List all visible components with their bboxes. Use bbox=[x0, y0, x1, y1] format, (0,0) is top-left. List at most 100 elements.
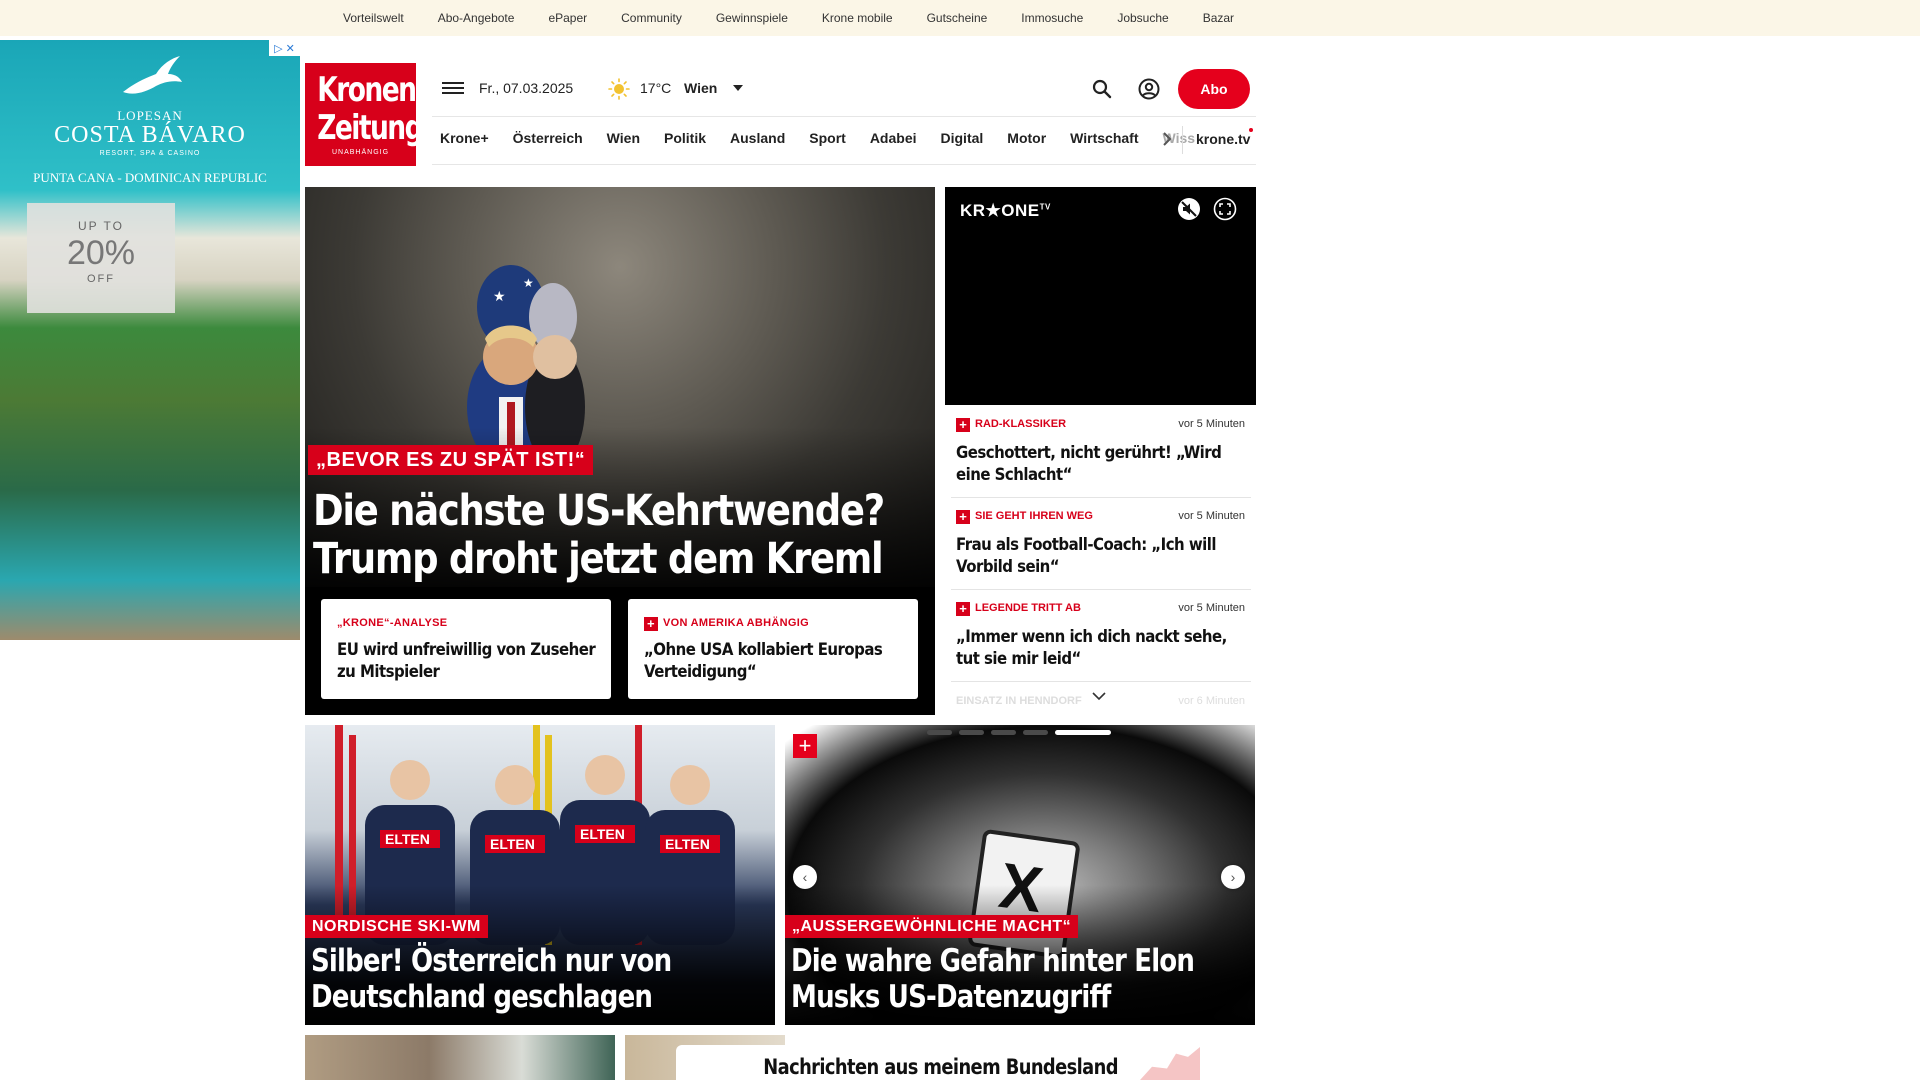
utility-link[interactable]: Immosuche bbox=[1021, 11, 1083, 25]
advertisement-banner[interactable]: ▷ ✕ LOPESAN COSTA BÁVARO RESORT, SPA & CA… bbox=[0, 40, 300, 640]
chevron-down-icon[interactable] bbox=[733, 85, 743, 91]
mute-icon[interactable] bbox=[1177, 197, 1201, 221]
carousel-dot[interactable] bbox=[1023, 730, 1048, 735]
ticker-time: vor 6 Minuten bbox=[1178, 695, 1245, 707]
ticker-kicker: + LEGENDE TRITT AB bbox=[956, 602, 1081, 616]
card-kicker: „AUSSERGEWÖHNLICHE MACHT“ bbox=[785, 915, 1079, 938]
ad-brand-sub: RESORT, SPA & CASINO bbox=[99, 150, 201, 157]
temperature: 17°C bbox=[640, 80, 672, 96]
top-utility-bar: Vorteilswelt Abo-Angebote ePaper Communi… bbox=[0, 0, 1920, 36]
ad-offer-off: OFF bbox=[87, 273, 115, 285]
ticker-item[interactable]: + LEGENDE TRITT AB vor 5 Minuten „Immer w… bbox=[951, 589, 1251, 682]
ticker-item[interactable]: + SIE GEHT IHREN WEG vor 5 Minuten Frau a… bbox=[951, 497, 1251, 590]
card-kicker: NORDISCHE SKI-WM bbox=[305, 915, 488, 938]
chevron-right-icon[interactable] bbox=[1160, 131, 1174, 147]
ad-offer-box: UP TO 20% OFF bbox=[27, 203, 175, 313]
utility-links: Vorteilswelt Abo-Angebote ePaper Communi… bbox=[343, 0, 1268, 36]
utility-link[interactable]: Community bbox=[621, 11, 682, 25]
krone-plus-icon: + bbox=[956, 510, 970, 524]
nav-item-motor[interactable]: Motor bbox=[1007, 130, 1046, 146]
nav-item-adabei[interactable]: Adabei bbox=[870, 130, 917, 146]
ad-info-icon: ▷ bbox=[274, 42, 283, 55]
video-player[interactable]: KR★ONETV bbox=[945, 187, 1256, 405]
ticker-time: vor 5 Minuten bbox=[1178, 510, 1245, 522]
nav-item-oesterreich[interactable]: Österreich bbox=[513, 130, 583, 146]
hero-headline[interactable]: Die nächste US-Kehrtwende? Trump droht j… bbox=[313, 487, 935, 583]
utility-link[interactable]: Krone mobile bbox=[822, 11, 893, 25]
ticker-title: „Immer wenn ich dich nackt sehe, tut sie… bbox=[956, 627, 1227, 669]
main-navigation: Krone+ Österreich Wien Politik Ausland S… bbox=[440, 130, 1219, 146]
utility-link[interactable]: Bazar bbox=[1203, 11, 1234, 25]
subcard-title: EU wird unfreiwillig von Zuseher zu Mits… bbox=[337, 640, 596, 682]
bundesland-title: Nachrichten aus meinem Bundesland bbox=[763, 1055, 1119, 1079]
ad-offer-percent: 20% bbox=[66, 234, 136, 272]
ticker-title: Geschottert, nicht gerührt! „Wird eine S… bbox=[956, 443, 1222, 485]
ad-brand-main: COSTA BÁVARO bbox=[54, 122, 246, 148]
ticker-item[interactable]: + RAD-KLASSIKER vor 5 Minuten Geschottert… bbox=[951, 405, 1251, 498]
card-headline[interactable]: Die wahre Gefahr hinter Elon Musks US-Da… bbox=[791, 943, 1255, 1015]
hero-article[interactable]: ★ ★ „BEVOR ES ZU SPÄT IST!“ Die nächste … bbox=[305, 187, 935, 715]
svg-text:ELTEN: ELTEN bbox=[385, 831, 430, 847]
utility-link[interactable]: Vorteilswelt bbox=[343, 11, 404, 25]
card-headline[interactable]: Silber! Österreich nur von Deutschland g… bbox=[311, 943, 775, 1015]
hamburger-menu-icon[interactable] bbox=[442, 79, 464, 97]
nav-item-krone-plus[interactable]: Krone+ bbox=[440, 130, 489, 146]
chevron-left-icon: ‹ bbox=[802, 869, 808, 885]
kronen-zeitung-logo[interactable]: Kronen Zeitung UNABHÄNGIG bbox=[305, 63, 424, 166]
utility-link[interactable]: ePaper bbox=[548, 11, 587, 25]
carousel-indicators bbox=[927, 730, 1111, 735]
nav-item-ausland[interactable]: Ausland bbox=[730, 130, 785, 146]
ad-close-icon[interactable]: ✕ bbox=[286, 42, 295, 55]
nav-item-politik[interactable]: Politik bbox=[664, 130, 706, 146]
chevron-down-icon[interactable] bbox=[1091, 690, 1107, 702]
hero-subcard[interactable]: + VON AMERIKA ABHÄNGIG „Ohne USA kollabie… bbox=[628, 599, 918, 699]
ad-location: PUNTA CANA - DOMINICAN REPUBLIC bbox=[33, 170, 267, 185]
carousel-dot[interactable] bbox=[927, 730, 952, 735]
krone-plus-icon[interactable]: + bbox=[793, 734, 817, 758]
fullscreen-icon[interactable] bbox=[1213, 197, 1237, 221]
krone-tv-link[interactable]: krone.tv bbox=[1196, 131, 1250, 147]
logo-line1: Kronen bbox=[317, 70, 417, 110]
nav-item-wirtschaft[interactable]: Wirtschaft bbox=[1070, 130, 1138, 146]
subcard-kicker: + VON AMERIKA ABHÄNGIG bbox=[644, 617, 809, 631]
nav-item-digital[interactable]: Digital bbox=[941, 130, 984, 146]
nav-divider bbox=[432, 116, 1256, 117]
hero-subcard[interactable]: „KRONE“-ANALYSE EU wird unfreiwillig von… bbox=[321, 599, 611, 699]
city-selector[interactable]: Wien bbox=[684, 80, 717, 96]
article-carousel[interactable]: X + ‹ › „AUSSERGEWÖHNLICHE MACHT“ Die wa… bbox=[785, 725, 1255, 1025]
utility-link[interactable]: Abo-Angebote bbox=[438, 11, 515, 25]
nav-item-wien[interactable]: Wien bbox=[607, 130, 640, 146]
svg-text:★: ★ bbox=[523, 276, 534, 290]
carousel-dot-active[interactable] bbox=[1055, 730, 1111, 735]
utility-link[interactable]: Gutscheine bbox=[927, 11, 988, 25]
nav-item-sport[interactable]: Sport bbox=[809, 130, 846, 146]
ticker-time: vor 5 Minuten bbox=[1178, 418, 1245, 430]
nav-divider-bottom bbox=[432, 164, 1256, 165]
subcard-title: „Ohne USA kollabiert Europas Verteidigun… bbox=[644, 640, 883, 682]
krone-plus-icon: + bbox=[644, 617, 658, 631]
krone-plus-icon: + bbox=[956, 418, 970, 432]
user-account-icon[interactable] bbox=[1137, 77, 1161, 101]
utility-link[interactable]: Jobsuche bbox=[1117, 11, 1168, 25]
hero-kicker: „BEVOR ES ZU SPÄT IST!“ bbox=[308, 445, 594, 475]
svg-text:ELTEN: ELTEN bbox=[490, 836, 535, 852]
svg-text:ELTEN: ELTEN bbox=[580, 826, 625, 842]
carousel-dot[interactable] bbox=[959, 730, 984, 735]
article-card[interactable]: ELTEN ELTEN ELTEN ELTEN NORDISCHE SKI-WM S… bbox=[305, 725, 775, 1025]
article-thumbnail[interactable] bbox=[305, 1035, 615, 1080]
bundesland-widget[interactable]: Nachrichten aus meinem Bundesland bbox=[676, 1045, 1206, 1080]
carousel-dot[interactable] bbox=[991, 730, 1016, 735]
ad-choices-badge[interactable]: ▷ ✕ bbox=[269, 40, 300, 56]
bird-logo-icon bbox=[123, 56, 182, 94]
abo-button[interactable]: Abo bbox=[1178, 69, 1250, 109]
chevron-right-icon: › bbox=[1230, 869, 1236, 885]
nav-separator bbox=[1182, 126, 1183, 154]
krone-tv-brand: KR★ONETV bbox=[960, 201, 1051, 220]
ad-offer-upto: UP TO bbox=[77, 219, 125, 233]
ticker-kicker: + SIE GEHT IHREN WEG bbox=[956, 510, 1093, 524]
search-icon[interactable] bbox=[1090, 77, 1114, 101]
utility-link[interactable]: Gewinnspiele bbox=[716, 11, 788, 25]
ticker-title: Frau als Football-Coach: „Ich will Vorbi… bbox=[956, 535, 1216, 577]
logo-tagline: UNABHÄNGIG bbox=[331, 149, 390, 156]
ticker-kicker: + RAD-KLASSIKER bbox=[956, 418, 1066, 432]
